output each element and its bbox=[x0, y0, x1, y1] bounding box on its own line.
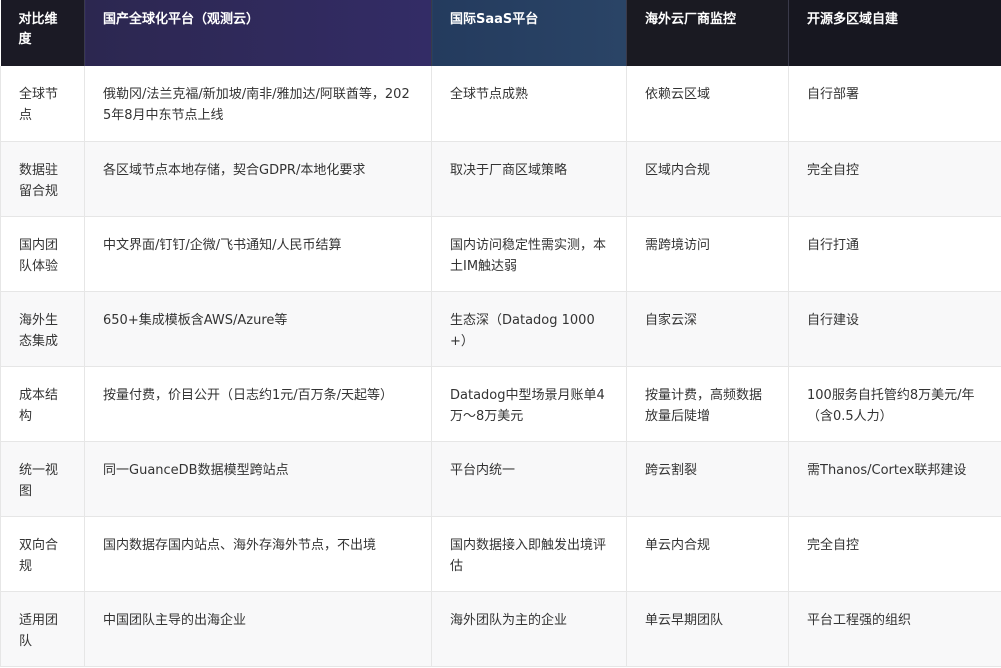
self-built-cell: 100服务自托管约8万美元/年（含0.5人力） bbox=[788, 366, 1001, 442]
table-row: 成本结构 按量付费，价目公开（日志约1元/百万条/天起等） Datadog中型场景月… bbox=[0, 366, 1001, 442]
table-row: 适用团队 中国团队主导的出海企业 海外团队为主的企业 单云早期团队 平台工程强的组织 bbox=[0, 591, 1001, 667]
table-header: 对比维度 国产全球化平台（观测云） 国际SaaS平台 海外云厂商监控 开源多区域… bbox=[0, 0, 1001, 66]
overseas-cloud-cell: 自家云深 bbox=[626, 291, 789, 367]
header-domestic-global-platform: 国产全球化平台（观测云） bbox=[84, 0, 432, 66]
table-row: 统一视图 同一GuanceDB数据模型跨站点 平台内统一 跨云割裂 需Thanos/Co… bbox=[0, 441, 1001, 517]
overseas-cloud-cell: 依赖云区域 bbox=[626, 66, 789, 142]
header-dimension: 对比维度 bbox=[0, 0, 85, 66]
intl-saas-cell: 海外团队为主的企业 bbox=[431, 591, 627, 667]
overseas-cloud-cell: 需跨境访问 bbox=[626, 216, 789, 292]
row-dimension-cell: 全球节点 bbox=[0, 66, 85, 142]
table-row: 国内团队体验 中文界面/钉钉/企微/飞书通知/人民币结算 国内访问稳定性需实测，本土… bbox=[0, 216, 1001, 292]
intl-saas-cell: 国内访问稳定性需实测，本土IM触达弱 bbox=[431, 216, 627, 292]
header-row: 对比维度 国产全球化平台（观测云） 国际SaaS平台 海外云厂商监控 开源多区域… bbox=[0, 0, 1001, 66]
row-dimension-cell: 数据驻留合规 bbox=[0, 141, 85, 217]
intl-saas-cell: 全球节点成熟 bbox=[431, 66, 627, 142]
self-built-cell: 自行打通 bbox=[788, 216, 1001, 292]
domestic-platform-cell: 各区域节点本地存储，契合GDPR/本地化要求 bbox=[84, 141, 432, 217]
intl-saas-cell: Datadog中型场景月账单4万～8万美元 bbox=[431, 366, 627, 442]
table-body: 全球节点 俄勒冈/法兰克福/新加坡/南非/雅加达/阿联酋等，2025年8月中东节点… bbox=[0, 66, 1001, 667]
table-row: 双向合规 国内数据存国内站点、海外存海外节点，不出境 国内数据接入即触发出境评估 单云… bbox=[0, 516, 1001, 592]
comparison-table: 对比维度 国产全球化平台（观测云） 国际SaaS平台 海外云厂商监控 开源多区域… bbox=[0, 0, 1001, 667]
table-row: 海外生态集成 650+集成模板含AWS/Azure等 生态深（Datadog 100… bbox=[0, 291, 1001, 367]
row-dimension-cell: 双向合规 bbox=[0, 516, 85, 592]
overseas-cloud-cell: 跨云割裂 bbox=[626, 441, 789, 517]
domestic-platform-cell: 650+集成模板含AWS/Azure等 bbox=[84, 291, 432, 367]
domestic-platform-cell: 国内数据存国内站点、海外存海外节点，不出境 bbox=[84, 516, 432, 592]
self-built-cell: 完全自控 bbox=[788, 141, 1001, 217]
domestic-platform-cell: 中文界面/钉钉/企微/飞书通知/人民币结算 bbox=[84, 216, 432, 292]
table-row: 全球节点 俄勒冈/法兰克福/新加坡/南非/雅加达/阿联酋等，2025年8月中东节点… bbox=[0, 66, 1001, 142]
self-built-cell: 需Thanos/Cortex联邦建设 bbox=[788, 441, 1001, 517]
self-built-cell: 自行建设 bbox=[788, 291, 1001, 367]
row-dimension-cell: 成本结构 bbox=[0, 366, 85, 442]
header-open-source-self-built: 开源多区域自建 bbox=[788, 0, 1001, 66]
domestic-platform-cell: 中国团队主导的出海企业 bbox=[84, 591, 432, 667]
row-dimension-cell: 国内团队体验 bbox=[0, 216, 85, 292]
overseas-cloud-cell: 单云早期团队 bbox=[626, 591, 789, 667]
header-overseas-cloud-monitoring: 海外云厂商监控 bbox=[626, 0, 789, 66]
domestic-platform-cell: 同一GuanceDB数据模型跨站点 bbox=[84, 441, 432, 517]
self-built-cell: 平台工程强的组织 bbox=[788, 591, 1001, 667]
self-built-cell: 完全自控 bbox=[788, 516, 1001, 592]
intl-saas-cell: 生态深（Datadog 1000+） bbox=[431, 291, 627, 367]
header-international-saas: 国际SaaS平台 bbox=[431, 0, 627, 66]
overseas-cloud-cell: 区域内合规 bbox=[626, 141, 789, 217]
overseas-cloud-cell: 单云内合规 bbox=[626, 516, 789, 592]
domestic-platform-cell: 按量付费，价目公开（日志约1元/百万条/天起等） bbox=[84, 366, 432, 442]
intl-saas-cell: 平台内统一 bbox=[431, 441, 627, 517]
row-dimension-cell: 海外生态集成 bbox=[0, 291, 85, 367]
intl-saas-cell: 国内数据接入即触发出境评估 bbox=[431, 516, 627, 592]
domestic-platform-cell: 俄勒冈/法兰克福/新加坡/南非/雅加达/阿联酋等，2025年8月中东节点上线 bbox=[84, 66, 432, 142]
self-built-cell: 自行部署 bbox=[788, 66, 1001, 142]
overseas-cloud-cell: 按量计费，高频数据放量后陡增 bbox=[626, 366, 789, 442]
row-dimension-cell: 适用团队 bbox=[0, 591, 85, 667]
table-row: 数据驻留合规 各区域节点本地存储，契合GDPR/本地化要求 取决于厂商区域策略 区域内… bbox=[0, 141, 1001, 217]
intl-saas-cell: 取决于厂商区域策略 bbox=[431, 141, 627, 217]
row-dimension-cell: 统一视图 bbox=[0, 441, 85, 517]
